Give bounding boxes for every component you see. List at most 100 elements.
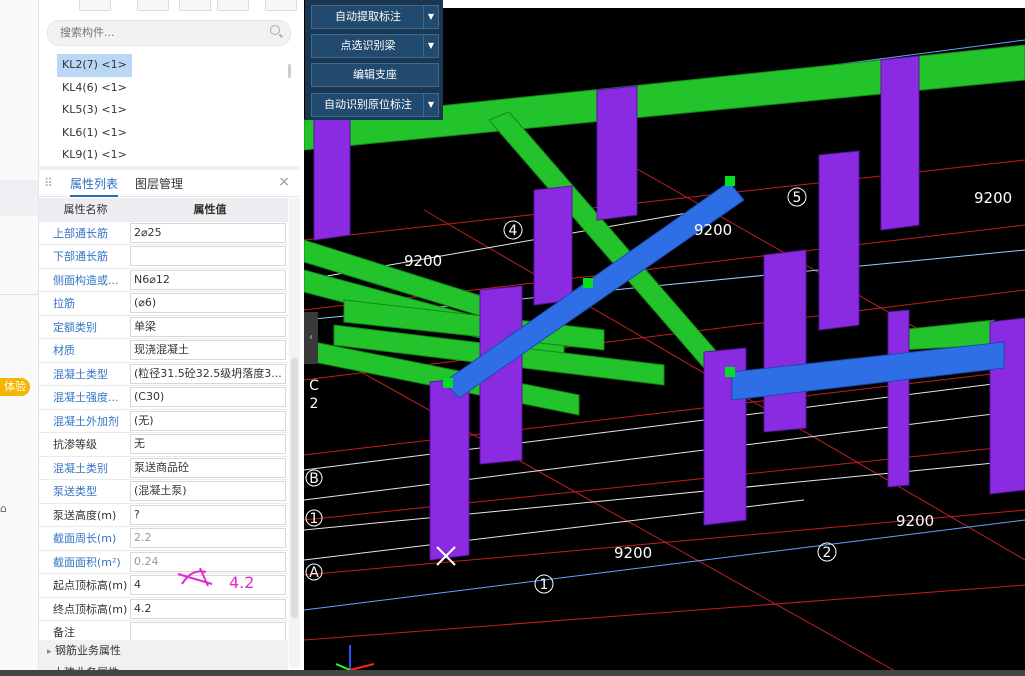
auto-extract-button[interactable]: 自动提取标注 ▼ <box>311 5 439 29</box>
dimension-label: 9200 <box>694 221 732 239</box>
search-input[interactable] <box>58 25 262 40</box>
toolbar-stub[interactable] <box>79 0 111 11</box>
button-label: 自动提取标注 <box>335 10 401 23</box>
property-value: 2.2 <box>130 528 286 549</box>
property-name: 定额类别 <box>39 315 128 339</box>
edit-support-button[interactable]: 编辑支座 <box>311 63 439 87</box>
button-label: 点选识别梁 <box>340 39 396 52</box>
search-icon[interactable] <box>270 25 280 35</box>
property-name: 泵送高度(m) <box>39 503 128 527</box>
section-label: 钢筋业务属性 <box>55 644 122 657</box>
table-row: 泵送高度(m)? <box>39 503 288 527</box>
property-value[interactable]: N6⌀12 <box>130 269 286 290</box>
property-name: 侧面构造或... <box>39 268 128 292</box>
handwritten-annotation: 4.2 <box>229 573 255 592</box>
auto-identify-inplace-button[interactable]: 自动识别原位标注 ▼ <box>311 93 439 117</box>
property-value[interactable]: 4.2 <box>130 598 286 619</box>
component-list: KL2(7) <1> KL4(6) <1> KL5(3) <1> KL6(1) … <box>57 54 287 167</box>
axis-number-label: 2 <box>823 545 832 561</box>
property-value[interactable]: (粒径31.5砼32.5级坍落度3... <box>130 363 286 384</box>
property-name: 材质 <box>39 338 128 363</box>
property-value[interactable]: (混凝土泵) <box>130 481 286 502</box>
property-value[interactable]: 泵送商品砼 <box>130 457 286 478</box>
property-name: 下部通长筋 <box>39 244 128 269</box>
property-value[interactable]: 2⌀25 <box>130 222 286 243</box>
table-row: 截面面积(m²) 0.24 <box>39 550 288 574</box>
dimension-label: 9200 <box>404 252 442 270</box>
scrollbar-thumb[interactable] <box>291 358 298 618</box>
toolbar-stub[interactable] <box>265 0 297 11</box>
panel-collapse-handle[interactable]: ‹ <box>304 312 318 364</box>
floating-toolbar: 自动提取标注 ▼ 点选识别梁 ▼ 编辑支座 自动识别原位标注 ▼ <box>305 0 443 120</box>
property-name: 混凝土外加剂 <box>39 409 128 433</box>
tab-layers[interactable]: 图层管理 <box>135 175 183 192</box>
property-value[interactable]: 无 <box>130 434 286 455</box>
left-icon-strip: 体验 ⌂ <box>0 0 39 676</box>
table-row: 材质 现浇混凝土 <box>39 338 288 363</box>
axis-letter-label: B <box>309 471 319 487</box>
property-value[interactable]: ? <box>130 504 286 525</box>
chevron-down-icon[interactable]: ▼ <box>423 94 438 116</box>
bottom-status-strip <box>0 670 1025 676</box>
list-scrollbar[interactable] <box>288 64 291 78</box>
table-row: 混凝土类别 泵送商品砼 <box>39 456 288 480</box>
list-item[interactable]: KL4(6) <1> <box>57 77 287 100</box>
button-label: 自动识别原位标注 <box>324 98 412 111</box>
list-item[interactable]: KL6(1) <1> <box>57 122 287 145</box>
chevron-down-icon[interactable]: ▼ <box>423 6 438 28</box>
property-name: 终点顶标高(m) <box>39 597 128 621</box>
table-row: 泵送类型 (混凝土泵) <box>39 479 288 504</box>
axis-number-label: 4 <box>509 223 518 239</box>
component-panel: KL2(7) <1> KL4(6) <1> KL5(3) <1> KL6(1) … <box>39 0 300 676</box>
dimension-label: 9200 <box>614 544 652 562</box>
search-box[interactable] <box>47 20 291 46</box>
property-name: 混凝土类型 <box>39 362 128 386</box>
properties-scrollbar[interactable] <box>289 198 300 668</box>
property-value[interactable]: (C30) <box>130 387 286 408</box>
list-item[interactable]: KL5(3) <1> <box>57 99 287 122</box>
property-name: 抗渗等级 <box>39 432 128 457</box>
table-row: 抗渗等级无 <box>39 432 288 457</box>
table-row: 上部通长筋 2⌀25 <box>39 221 288 245</box>
left-strip-selected-item[interactable] <box>0 180 38 216</box>
handwritten-strike-mark <box>177 567 213 587</box>
property-name: 拉筋 <box>39 291 128 316</box>
list-item[interactable]: KL9(1) <1> <box>57 144 287 167</box>
left-strip-divider <box>0 294 38 295</box>
table-row: 定额类别 单梁 <box>39 315 288 339</box>
pick-identify-button[interactable]: 点选识别梁 ▼ <box>311 34 439 58</box>
table-row: 终点顶标高(m) 4.2 <box>39 597 288 621</box>
property-value[interactable]: 单梁 <box>130 316 286 337</box>
header-property-value: 属性值 <box>128 198 288 222</box>
toolbar-stub[interactable] <box>217 0 249 11</box>
chevron-down-icon[interactable]: ▼ <box>423 35 438 57</box>
top-strip <box>443 0 1025 8</box>
section-rebar[interactable]: ▸ 钢筋业务属性 <box>39 640 288 662</box>
table-row: 混凝土类型 (粒径31.5砼32.5级坍落度3... <box>39 362 288 386</box>
table-row: 拉筋 (⌀6) <box>39 291 288 316</box>
table-header: 属性名称 属性值 <box>39 198 288 222</box>
table-row: 混凝土强度... (C30) <box>39 385 288 410</box>
experience-badge[interactable]: 体验 <box>0 378 30 396</box>
axis-letter-label: 2 <box>310 396 319 412</box>
axis-number-label: 1 <box>540 577 549 593</box>
drag-grip-icon[interactable]: ⠿ <box>44 176 53 190</box>
property-name: 截面周长(m) <box>39 526 128 551</box>
table-row: 截面周长(m) 2.2 <box>39 526 288 551</box>
tab-properties[interactable]: 属性列表 <box>70 175 119 197</box>
expand-icon: ▸ <box>47 647 52 657</box>
list-item[interactable]: KL2(7) <1> <box>57 54 132 77</box>
table-row: 侧面构造或... N6⌀12 <box>39 268 288 292</box>
property-name: 起点顶标高(m) <box>39 573 128 598</box>
property-value[interactable]: (无) <box>130 410 286 431</box>
property-value[interactable] <box>130 246 286 267</box>
property-name: 混凝土类别 <box>39 456 128 480</box>
property-value[interactable]: (⌀6) <box>130 293 286 314</box>
close-icon[interactable]: × <box>278 174 290 190</box>
toolbar-stub[interactable] <box>179 0 211 11</box>
header-property-name: 属性名称 <box>39 198 128 222</box>
toolbar-stub[interactable] <box>137 0 169 11</box>
property-value[interactable]: 现浇混凝土 <box>130 340 286 361</box>
axis-letter-label: C <box>309 378 319 394</box>
dimension-label: 9200 <box>974 189 1012 207</box>
